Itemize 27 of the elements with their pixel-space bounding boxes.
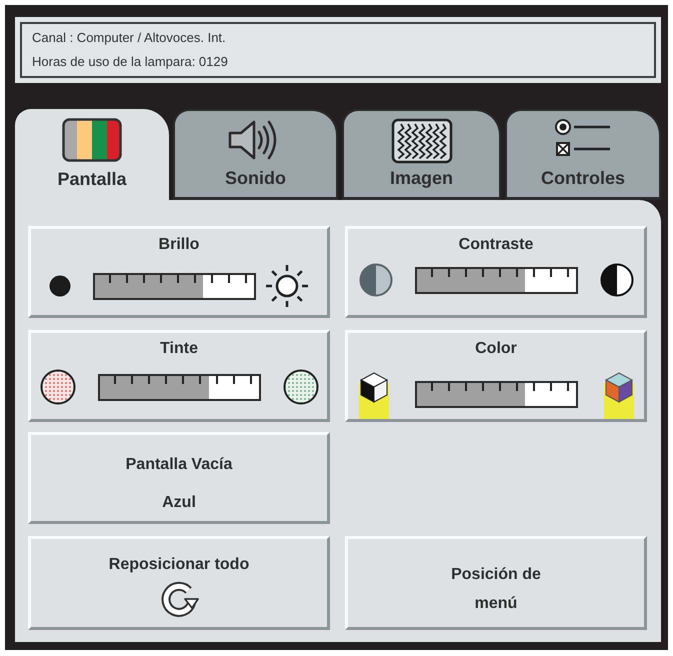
slider-track[interactable] [414,266,578,294]
slider-track[interactable] [92,272,256,300]
slider-label: Color [475,339,517,359]
info-text: Canal : Computer / Altovoces. Int. [32,29,227,47]
radio-checkbox-icon [554,118,612,158]
half-circle-icon [600,263,634,297]
sun-icon [264,263,310,309]
wavy-lines-icon [390,118,452,164]
dotted-circle-icon [40,369,76,405]
dark-dot-icon [48,275,70,297]
info-text: Horas de uso de la lampara: 0129 [32,53,229,71]
tab[interactable]: Controles [505,109,661,200]
tab[interactable]: Imagen [342,109,501,200]
slider-track[interactable] [98,374,260,400]
tab[interactable]: Pantalla [15,109,169,200]
dotted-circle-icon [282,369,318,405]
slider-label: Tinte [160,339,198,359]
slider-track[interactable] [414,380,578,408]
reset-all-button[interactable]: Reposicionar todo [28,536,330,630]
menu-position-button[interactable]: Posición de menú [345,536,647,630]
half-circle-icon [358,263,392,297]
slider-label: Brillo [158,235,200,255]
slider-label: Contraste [458,235,534,255]
tab[interactable]: Sonido [173,109,338,200]
blank-screen-button[interactable]: Pantalla Vacía Azul [28,432,330,524]
reset-icon [159,579,199,619]
color-bars-icon [62,118,122,162]
